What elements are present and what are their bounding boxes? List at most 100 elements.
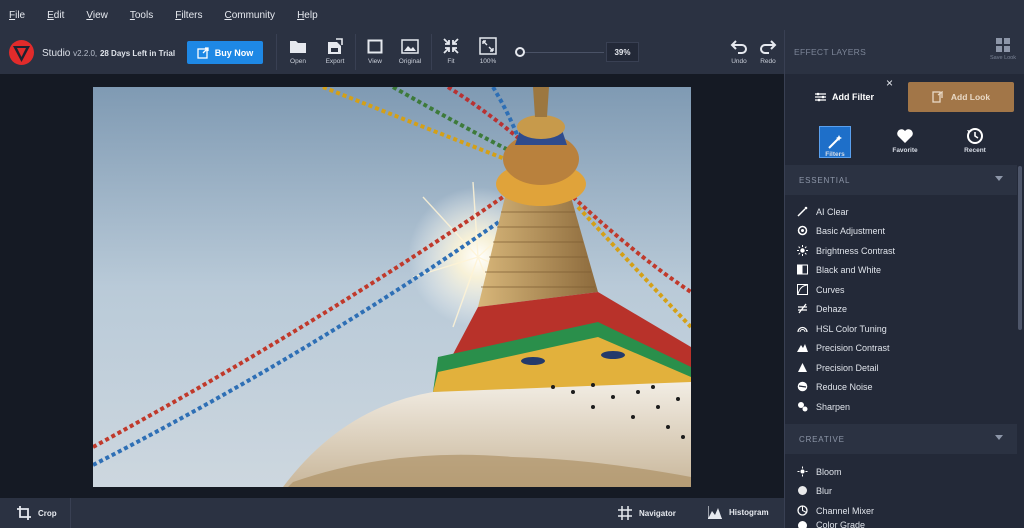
- zoom-slider-track[interactable]: [520, 52, 604, 53]
- filter-item-black-and-white[interactable]: Black and White: [797, 260, 881, 279]
- brand-name: Studio: [42, 48, 71, 59]
- heart-icon: [897, 129, 913, 143]
- redo-label: Redo: [760, 58, 776, 65]
- folder-icon: [290, 40, 306, 53]
- precision-contrast-icon: [797, 344, 808, 352]
- add-row: Add Filter × Add Look: [785, 74, 1024, 122]
- filter-item-brightness-contrast[interactable]: Brightness Contrast: [797, 241, 895, 260]
- histogram-button[interactable]: Histogram: [708, 506, 769, 519]
- external-link-icon: [197, 46, 209, 59]
- magic-wand-icon: [828, 135, 842, 149]
- save-look-label: Save Look: [990, 55, 1016, 61]
- fullsize-icon: [479, 37, 497, 55]
- image-canvas[interactable]: [0, 74, 784, 498]
- view-button[interactable]: View: [358, 36, 392, 70]
- zoom-slider-handle[interactable]: [515, 47, 525, 57]
- recent-clock-icon: [967, 128, 983, 144]
- app-logo-icon: [9, 40, 34, 65]
- tab-filters-label: Filters: [825, 151, 845, 158]
- original-button[interactable]: Original: [393, 36, 427, 70]
- navigator-button[interactable]: Navigator: [618, 506, 676, 520]
- undo-label: Undo: [731, 58, 747, 65]
- redo-icon: [760, 40, 777, 54]
- toolbar-divider: [431, 34, 432, 70]
- filter-item-color-grade[interactable]: Color Grade: [797, 520, 865, 528]
- hundred-percent-button[interactable]: 100%: [471, 36, 505, 70]
- ai-clear-icon: [797, 206, 808, 217]
- menu-view[interactable]: View: [86, 10, 108, 21]
- filter-item-channel-mixer[interactable]: Channel Mixer: [797, 501, 874, 520]
- panel-title: EFFECT LAYERS: [794, 47, 867, 57]
- section-essential-header[interactable]: ESSENTIAL: [785, 165, 1017, 195]
- dehaze-icon: [798, 303, 807, 314]
- redo-button[interactable]: Redo: [751, 36, 785, 70]
- save-look-grid-icon: [995, 38, 1010, 52]
- effect-layers-panel: EFFECT LAYERS Save Look Add Filter × Add…: [784, 30, 1024, 528]
- open-button[interactable]: Open: [281, 36, 315, 70]
- tab-recent-label: Recent: [964, 147, 986, 154]
- reduce-noise-icon: [797, 381, 808, 392]
- filter-item-blur[interactable]: Blur: [797, 481, 832, 500]
- basic-adjustment-icon: [797, 225, 808, 236]
- histogram-label: Histogram: [729, 508, 769, 517]
- chevron-down-icon: [995, 176, 1003, 181]
- filter-item-ai-clear[interactable]: AI Clear: [797, 202, 849, 221]
- fit-button[interactable]: Fit: [434, 36, 468, 70]
- color-grade-icon: [798, 521, 807, 528]
- menu-filters[interactable]: Filters: [175, 10, 202, 21]
- export-button[interactable]: Export: [318, 36, 352, 70]
- tab-favorite-label: Favorite: [892, 147, 918, 154]
- histogram-icon: [708, 506, 722, 519]
- close-icon[interactable]: ×: [886, 76, 893, 90]
- add-filter-button[interactable]: Add Filter: [815, 92, 874, 102]
- crop-label: Crop: [38, 508, 57, 518]
- filter-item-bloom[interactable]: Bloom: [797, 462, 842, 481]
- toolbar-divider: [276, 34, 277, 70]
- image-icon: [401, 38, 419, 54]
- add-filter-label: Add Filter: [832, 92, 874, 102]
- curves-icon: [797, 284, 808, 295]
- add-look-label: Add Look: [950, 92, 991, 102]
- tab-filters[interactable]: Filters: [819, 126, 851, 158]
- view-label: View: [368, 58, 382, 65]
- filter-tabs: Filters Favorite Recent: [785, 122, 1024, 164]
- original-label: Original: [398, 58, 422, 65]
- tab-favorite[interactable]: Favorite: [889, 126, 921, 154]
- look-icon: [932, 91, 943, 103]
- menu-edit[interactable]: Edit: [47, 10, 64, 21]
- sharpen-icon: [798, 402, 808, 412]
- buy-now-button[interactable]: Buy Now: [187, 41, 263, 64]
- fit-arrows-icon: [443, 38, 459, 54]
- main-toolbar: Studio v2.2.0, 28 Days Left in Trial Buy…: [0, 30, 784, 74]
- zoom-value[interactable]: 39%: [606, 42, 639, 62]
- crop-button[interactable]: Crop: [17, 506, 57, 520]
- menu-help[interactable]: Help: [297, 10, 318, 21]
- menu-tools[interactable]: Tools: [130, 10, 153, 21]
- bottom-bar: Crop Navigator Histogram: [0, 498, 784, 528]
- bottom-divider: [70, 498, 71, 528]
- section-creative-header[interactable]: CREATIVE: [785, 424, 1017, 454]
- filter-item-precision-contrast[interactable]: Precision Contrast: [797, 338, 890, 357]
- menu-file[interactable]: File: [9, 10, 25, 21]
- sliders-icon: [815, 92, 826, 102]
- add-look-button[interactable]: Add Look: [908, 82, 1014, 112]
- trial-status: 28 Days Left in Trial: [99, 49, 176, 58]
- filter-item-dehaze[interactable]: Dehaze: [797, 299, 847, 318]
- menu-bar: File Edit View Tools Filters Community H…: [0, 0, 1024, 30]
- filter-item-precision-detail[interactable]: Precision Detail: [797, 358, 879, 377]
- blur-icon: [798, 486, 807, 495]
- panel-scrollbar[interactable]: [1018, 166, 1022, 330]
- filter-item-reduce-noise[interactable]: Reduce Noise: [797, 377, 873, 396]
- tab-recent[interactable]: Recent: [959, 126, 991, 154]
- filter-item-sharpen[interactable]: Sharpen: [797, 397, 850, 416]
- filter-item-curves[interactable]: Curves: [797, 280, 845, 299]
- filter-item-basic-adjustment[interactable]: Basic Adjustment: [797, 221, 885, 240]
- filter-item-hsl-color-tuning[interactable]: HSL Color Tuning: [797, 319, 887, 338]
- menu-community[interactable]: Community: [224, 10, 275, 21]
- navigator-label: Navigator: [639, 508, 676, 518]
- panel-header: EFFECT LAYERS Save Look: [785, 30, 1024, 74]
- crop-icon: [17, 506, 31, 520]
- toolbar-divider: [355, 34, 356, 70]
- fit-label: Fit: [447, 58, 455, 65]
- save-look-button[interactable]: Save Look: [990, 38, 1016, 61]
